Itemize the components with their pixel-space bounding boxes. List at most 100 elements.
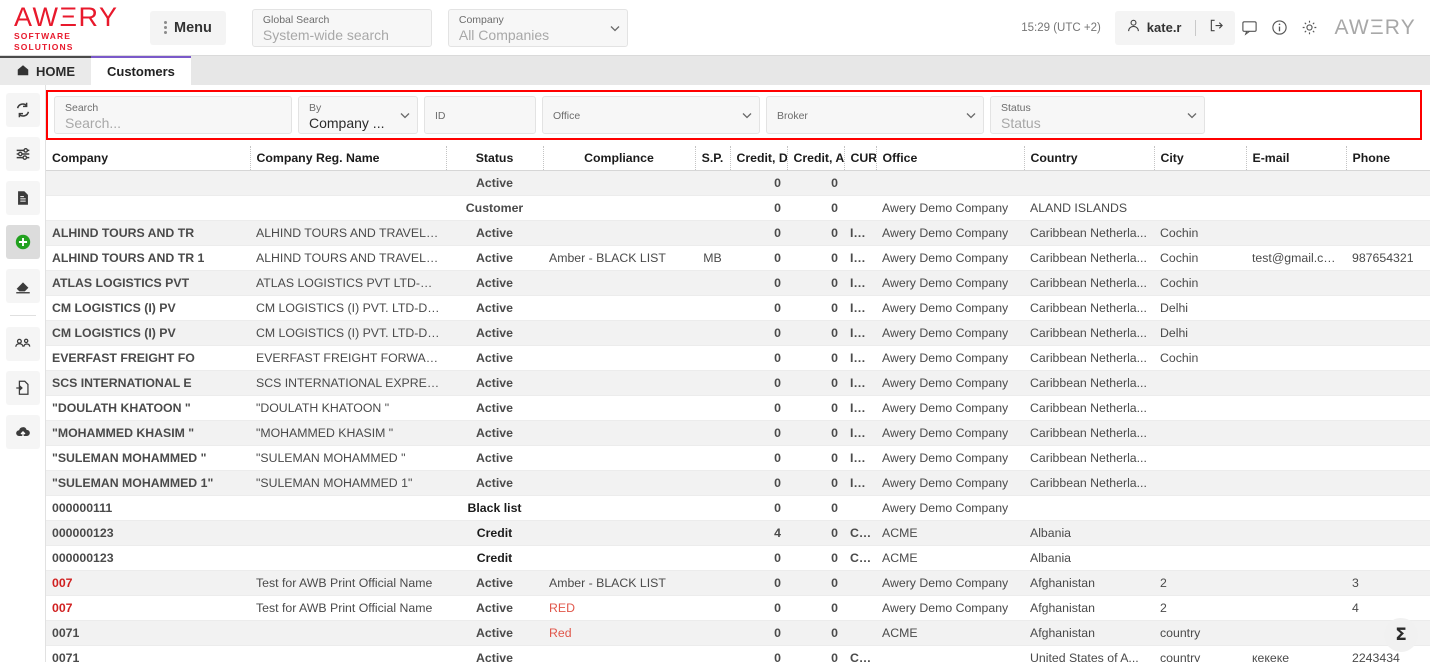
customers-table-container[interactable]: Company Company Reg. Name Status Complia… [46,146,1430,662]
col-office[interactable]: Office [876,146,1024,170]
table-row[interactable]: EVERFAST FREIGHT FOEVERFAST FREIGHT FORW… [46,345,1430,370]
cell-credit-a: 0 [787,245,844,270]
cell-compliance [543,195,695,220]
col-credit-a[interactable]: Credit, A [787,146,844,170]
cell-country: Caribbean Netherla... [1024,420,1154,445]
company-select[interactable]: Company All Companies [448,9,628,47]
cell-sp [695,520,730,545]
cell-reg-name: ATLAS LOGISTICS PVT LTD-COK [250,270,446,295]
table-row[interactable]: "MOHAMMED KHASIM ""MOHAMMED KHASIM "Acti… [46,420,1430,445]
cell-reg-name [250,495,446,520]
filter-sliders-icon[interactable] [6,137,40,171]
logout-icon[interactable] [1209,18,1224,38]
search-by-select[interactable]: By Company ... [298,96,418,134]
table-row[interactable]: "DOULATH KHATOON ""DOULATH KHATOON "Acti… [46,395,1430,420]
table-row[interactable]: 000000123Credit00CDFACMEAlbania [46,545,1430,570]
cloud-upload-icon[interactable] [6,415,40,449]
cell-status: Active [446,420,543,445]
table-row[interactable]: 007Test for AWB Print Official NameActiv… [46,570,1430,595]
cell-credit-a: 0 [787,545,844,570]
cell-city: country [1154,620,1246,645]
cell-city [1154,495,1246,520]
cell-city [1154,370,1246,395]
col-phone[interactable]: Phone [1346,146,1430,170]
table-row[interactable]: Active00 [46,170,1430,195]
cell-office: ACME [876,545,1024,570]
col-cur[interactable]: CUR [844,146,876,170]
table-row[interactable]: 007Test for AWB Print Official NameActiv… [46,595,1430,620]
cell-cur: INR [844,345,876,370]
report-document-icon[interactable] [6,181,40,215]
table-row[interactable]: "SULEMAN MOHAMMED ""SULEMAN MOHAMMED "Ac… [46,445,1430,470]
table-row[interactable]: 000000111Black list00Awery Demo Company [46,495,1430,520]
cell-company: ATLAS LOGISTICS PVT [46,270,250,295]
cell-company: "MOHAMMED KHASIM " [46,420,250,445]
table-row[interactable]: ATLAS LOGISTICS PVTATLAS LOGISTICS PVT L… [46,270,1430,295]
cell-company: 007 [46,570,250,595]
tab-customers[interactable]: Customers [91,56,191,85]
table-row[interactable]: 0071ActiveRed00ACMEAfghanistancountry [46,620,1430,645]
global-search-input[interactable]: Global Search System-wide search [252,9,432,47]
col-city[interactable]: City [1154,146,1246,170]
cell-reg-name: "MOHAMMED KHASIM " [250,420,446,445]
table-row[interactable]: "SULEMAN MOHAMMED 1""SULEMAN MOHAMMED 1"… [46,470,1430,495]
gear-icon[interactable] [1295,13,1325,43]
office-select[interactable]: Office [542,96,760,134]
table-row[interactable]: CM LOGISTICS (I) PVCM LOGISTICS (I) PVT.… [46,295,1430,320]
cell-credit-d: 0 [730,420,787,445]
status-select[interactable]: Status Status [990,96,1205,134]
cell-phone [1346,495,1430,520]
cell-sp [695,620,730,645]
tab-home[interactable]: HOME [0,56,91,85]
add-plus-icon[interactable] [6,225,40,259]
cell-credit-a: 0 [787,220,844,245]
chat-icon[interactable] [1235,13,1265,43]
global-search-placeholder: System-wide search [263,27,421,44]
file-import-icon[interactable] [6,371,40,405]
col-sp[interactable]: S.P. [695,146,730,170]
col-compliance[interactable]: Compliance [543,146,695,170]
info-icon[interactable] [1265,13,1295,43]
cell-email [1246,270,1346,295]
cell-office: Awery Demo Company [876,245,1024,270]
col-company-reg-name[interactable]: Company Reg. Name [250,146,446,170]
table-row[interactable]: Customer00Awery Demo CompanyALAND ISLAND… [46,195,1430,220]
cell-status: Active [446,370,543,395]
col-country[interactable]: Country [1024,146,1154,170]
cell-status: Active [446,570,543,595]
col-credit-d[interactable]: Credit, D [730,146,787,170]
table-row[interactable]: 0071Active00CHFUnited States of A...coun… [46,645,1430,662]
eraser-icon[interactable] [6,269,40,303]
sum-totals-button[interactable]: Σ [1384,618,1418,652]
cell-office: Awery Demo Company [876,320,1024,345]
cell-status: Active [446,320,543,345]
group-people-icon[interactable] [6,327,40,361]
user-menu[interactable]: kate.r [1115,11,1235,45]
broker-select[interactable]: Broker [766,96,984,134]
cell-status: Active [446,645,543,662]
cell-credit-d: 0 [730,170,787,195]
table-row[interactable]: ALHIND TOURS AND TRALHIND TOURS AND TRAV… [46,220,1430,245]
col-company[interactable]: Company [46,146,250,170]
table-row[interactable]: SCS INTERNATIONAL ESCS INTERNATIONAL EXP… [46,370,1430,395]
cell-city: Cochin [1154,270,1246,295]
cell-reg-name [250,170,446,195]
id-input[interactable]: ID [424,96,536,134]
col-email[interactable]: E-mail [1246,146,1346,170]
table-row[interactable]: ALHIND TOURS AND TR 1ALHIND TOURS AND TR… [46,245,1430,270]
cell-office: Awery Demo Company [876,370,1024,395]
app-logo[interactable]: AWΞRY SOFTWARE SOLUTIONS [8,3,130,53]
cell-cur [844,570,876,595]
col-status[interactable]: Status [446,146,543,170]
menu-button[interactable]: Menu [150,11,226,45]
cell-country: Afghanistan [1024,595,1154,620]
refresh-icon[interactable] [6,93,40,127]
cell-company: "SULEMAN MOHAMMED " [46,445,250,470]
search-input[interactable]: Search Search... [54,96,292,134]
table-row[interactable]: CM LOGISTICS (I) PVCM LOGISTICS (I) PVT.… [46,320,1430,345]
cell-phone [1346,195,1430,220]
cell-company: CM LOGISTICS (I) PV [46,295,250,320]
cell-office: Awery Demo Company [876,595,1024,620]
table-row[interactable]: 000000123Credit40CDFACMEAlbania [46,520,1430,545]
cell-sp [695,395,730,420]
